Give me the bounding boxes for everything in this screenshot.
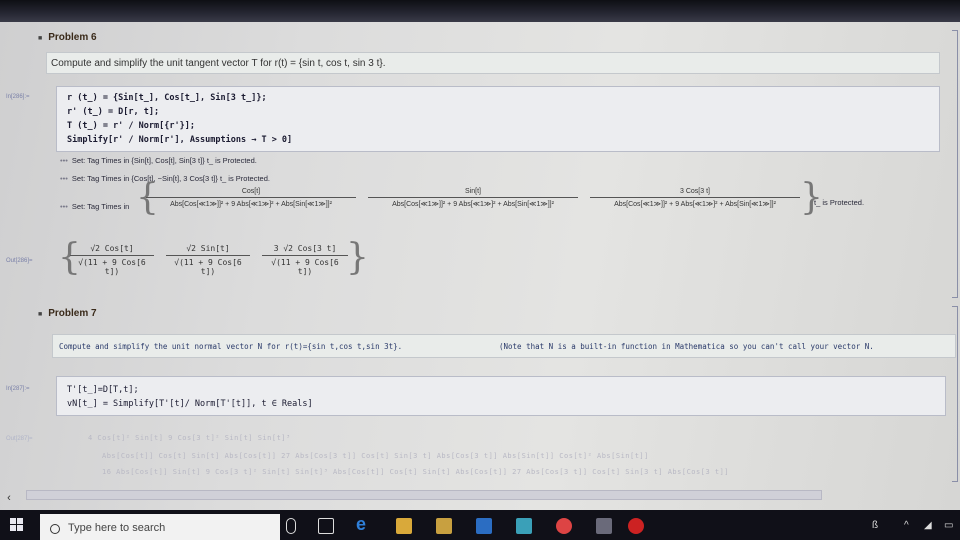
code-line-3: T (t_) = r' / Norm[{r'}]; [67, 121, 195, 131]
p7-code-line-1: T'[t_]=D[T,t]; [67, 385, 139, 395]
in287-label: In[287]:= [6, 386, 30, 392]
monitor-bezel [0, 0, 960, 22]
problem6-description: Compute and simplify the unit tangent ve… [51, 58, 386, 69]
taskbar-search-box[interactable]: Type here to search [40, 514, 280, 540]
message-dots-icon: ••• [60, 156, 68, 165]
section-triangle-icon: ■ [38, 311, 43, 318]
output-fraction-3-den: √(11 + 9 Cos[6 t]) [271, 258, 339, 276]
message-3-text: Set: Tag Times in [71, 202, 130, 211]
output-fraction-1: √2 Cos[t] √(11 + 9 Cos[6 t]) [70, 244, 154, 276]
out287-label: Out[287]= [6, 436, 33, 442]
msg-fraction-1-den: Abs[Cos[≪1≫]]² + 9 Abs[≪1≫]² + Abs[Sin[≪… [170, 201, 332, 208]
problem7-text-cell[interactable]: Compute and simplify the unit normal vec… [52, 334, 956, 358]
network-icon[interactable]: ◢ [924, 520, 932, 531]
task-view-icon[interactable] [318, 518, 334, 534]
file-explorer-icon[interactable] [396, 518, 412, 534]
horizontal-scrollbar[interactable] [26, 490, 822, 500]
msg-fraction-1: Cos[t] Abs[Cos[≪1≫]]² + 9 Abs[≪1≫]² + Ab… [146, 188, 356, 208]
section-triangle-icon: ■ [38, 35, 43, 42]
message-3: ••• Set: Tag Times in [60, 202, 129, 211]
chrome-icon[interactable] [556, 518, 572, 534]
in286-label: In[286]:= [6, 94, 30, 100]
code-line-4: Simplify[r' / Norm[r'], Assumptions → T … [67, 135, 293, 145]
output-fraction-3-num: 3 √2 Cos[3 t] [262, 244, 348, 256]
mathematica-icon[interactable] [628, 518, 644, 534]
problem7-note: (Note that N is a built-in function in M… [499, 342, 874, 351]
msg-fraction-3-den: Abs[Cos[≪1≫]]² + 9 Abs[≪1≫]² + Abs[Sin[≪… [614, 201, 776, 208]
msg-fraction-3: 3 Cos[3 t] Abs[Cos[≪1≫]]² + 9 Abs[≪1≫]² … [590, 188, 800, 208]
app-icon-2[interactable] [596, 518, 612, 534]
windows-taskbar: Type here to search e ß ^ ◢ ▭ [0, 510, 960, 540]
msg-fraction-3-num: 3 Cos[3 t] [590, 188, 800, 198]
problem6-title: Problem 6 [48, 32, 97, 43]
code-line-2: r' (t_) = D[r, t]; [67, 107, 160, 117]
msg-fraction-2-num: Sin[t] [368, 188, 578, 198]
message-dots-icon: ••• [60, 202, 68, 211]
problem6-cell-bracket[interactable] [952, 30, 958, 298]
problem6-section-title[interactable]: ■ Problem 6 [38, 32, 97, 43]
app-icon[interactable] [516, 518, 532, 534]
edge-browser-icon[interactable]: e [356, 514, 372, 534]
chevron-up-icon[interactable]: ^ [904, 520, 909, 531]
message-3-suffix: t_ is Protected. [814, 198, 865, 207]
problem7-description: Compute and simplify the unit normal vec… [59, 342, 403, 351]
message-1: ••• Set: Tag Times in {Sin[t], Cos[t], Si… [60, 156, 257, 165]
message-2: ••• Set: Tag Times in {Cos[t], −Sin[t], 3… [60, 174, 270, 183]
microphone-icon[interactable] [286, 518, 296, 534]
mathematica-notebook[interactable]: ■ Problem 6 Compute and simplify the unit… [0, 22, 960, 510]
faded-output-line-3: 16 Abs[Cos[t]] Sin[t] 9 Cos[3 t]² Sin[t]… [102, 468, 730, 476]
problem7-cell-bracket[interactable] [952, 306, 958, 482]
word-icon[interactable] [476, 518, 492, 534]
msg-fraction-2: Sin[t] Abs[Cos[≪1≫]]² + 9 Abs[≪1≫]² + Ab… [368, 188, 578, 208]
people-icon[interactable]: ß [872, 520, 878, 531]
output-fraction-2-num: √2 Sin[t] [166, 244, 250, 256]
output-close-brace: } [346, 237, 369, 278]
code-line-1: r (t_) = {Sin[t_], Cos[t_], Sin[3 t_]}; [67, 93, 267, 103]
msg-fraction-2-den: Abs[Cos[≪1≫]]² + 9 Abs[≪1≫]² + Abs[Sin[≪… [392, 201, 554, 208]
windows-start-icon[interactable] [10, 518, 24, 532]
output-fraction-3: 3 √2 Cos[3 t] √(11 + 9 Cos[6 t]) [262, 244, 348, 276]
message-dots-icon: ••• [60, 174, 68, 183]
search-placeholder: Type here to search [68, 522, 166, 534]
faded-output-line-1: 4 Cos[t]² Sin[t] 9 Cos[3 t]² Sin[t] Sin[… [88, 434, 291, 442]
problem6-text-cell[interactable]: Compute and simplify the unit tangent ve… [46, 52, 940, 74]
msg-fraction-1-num: Cos[t] [146, 188, 356, 198]
output-fraction-2-den: √(11 + 9 Cos[6 t]) [174, 258, 242, 276]
out286-label: Out[286]= [6, 258, 33, 264]
problem6-input-cell[interactable]: r (t_) = {Sin[t_], Cos[t_], Sin[3 t_]}; … [56, 86, 940, 152]
problem7-section-title[interactable]: ■ Problem 7 [38, 308, 97, 319]
problem7-input-cell[interactable]: T'[t_]=D[T,t]; vN[t_] = Simplify[T'[t]/ … [56, 376, 946, 416]
scroll-left-icon[interactable]: ‹ [2, 492, 16, 506]
message-2-text: Set: Tag Times in {Cos[t], −Sin[t], 3 Co… [71, 174, 270, 183]
faded-output-line-2: Abs[Cos[t]] Cos[t] Sin[t] Abs[Cos[t]] 27… [102, 452, 649, 460]
output-fraction-1-den: √(11 + 9 Cos[6 t]) [78, 258, 146, 276]
message-1-text: Set: Tag Times in {Sin[t], Cos[t], Sin[3… [71, 156, 257, 165]
output-fraction-2: √2 Sin[t] √(11 + 9 Cos[6 t]) [166, 244, 250, 276]
search-icon [50, 524, 60, 534]
store-icon[interactable] [436, 518, 452, 534]
p7-code-line-2: vN[t_] = Simplify[T'[t]/ Norm[T'[t]], t … [67, 399, 313, 409]
battery-icon[interactable]: ▭ [944, 520, 953, 531]
output-fraction-1-num: √2 Cos[t] [70, 244, 154, 256]
problem7-title: Problem 7 [48, 308, 97, 319]
